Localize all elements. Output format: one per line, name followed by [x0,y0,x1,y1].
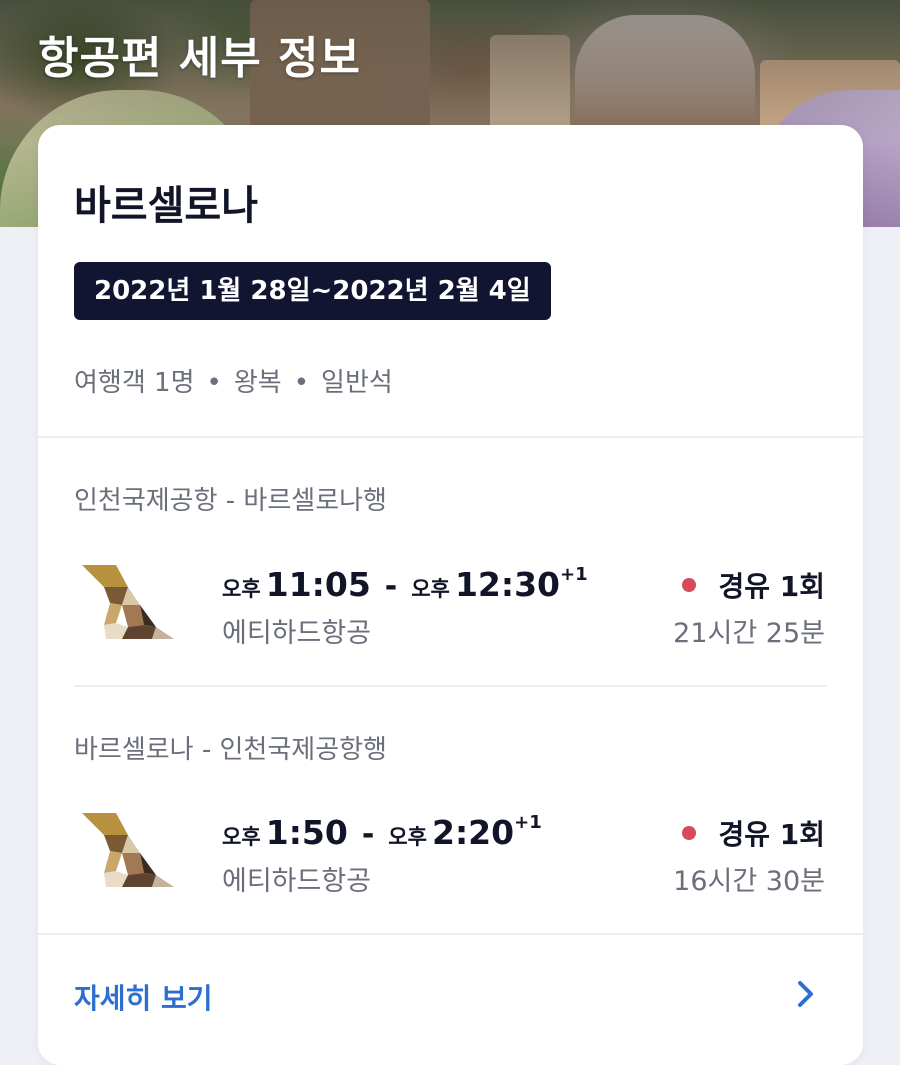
route-label: 바르셀로나 - 인천국제공항행 [74,735,387,765]
stops-label: 경유 1회 [718,818,825,851]
flight-times: 오후 1:50- 오후 2:20+1 [222,812,542,852]
divider [74,685,827,687]
trip-type: 왕복 [233,368,282,398]
trip-dates-badge: 2022년 1월 28일~2022년 2월 4일 [74,262,551,320]
depart-time: 1:50 [265,813,348,852]
view-details-label: 자세히 보기 [74,982,213,1015]
passenger-count: 여행객 1명 [74,368,195,398]
arrive-ampm: 오후 [388,825,427,849]
divider [38,436,863,438]
flight-times: 오후 11:05- 오후 12:30+1 [222,564,588,604]
page-title: 항공편 세부 정보 [38,33,361,84]
etihad-logo-icon [82,813,174,887]
destination-title: 바르셀로나 [74,183,258,229]
arrive-ampm: 오후 [411,577,450,601]
etihad-logo-icon [82,565,174,639]
airline-name: 에티하드항공 [222,866,372,897]
trip-meta: 여행객 1명 • 왕복 • 일반석 [74,362,393,399]
depart-ampm: 오후 [222,825,261,849]
route-label: 인천국제공항 - 바르셀로나행 [74,486,387,516]
depart-ampm: 오후 [222,577,261,601]
meta-separator: • [293,368,310,398]
stops-label: 경유 1회 [718,570,825,603]
arrive-time: 2:20 [432,813,515,852]
stops-info: 경유 1회 [682,813,825,853]
arrive-time: 12:30 [454,565,561,604]
stop-indicator-icon [682,578,697,592]
day-offset: +1 [514,812,542,833]
time-separator: - [361,817,375,852]
view-details-link[interactable]: 자세히 보기 [38,935,863,1055]
flight-summary-card: 바르셀로나 2022년 1월 28일~2022년 2월 4일 여행객 1명 • 왕복… [38,125,863,1065]
chevron-right-icon [798,981,813,1007]
flight-duration: 16시간 30분 [673,866,825,897]
flight-duration: 21시간 25분 [673,618,825,649]
cabin-class: 일반석 [321,368,393,398]
airline-name: 에티하드항공 [222,618,372,649]
stop-indicator-icon [682,826,697,840]
depart-time: 11:05 [265,565,371,604]
time-separator: - [384,569,398,604]
meta-separator: • [206,368,222,398]
day-offset: +1 [560,564,588,585]
stops-info: 경유 1회 [682,565,825,605]
